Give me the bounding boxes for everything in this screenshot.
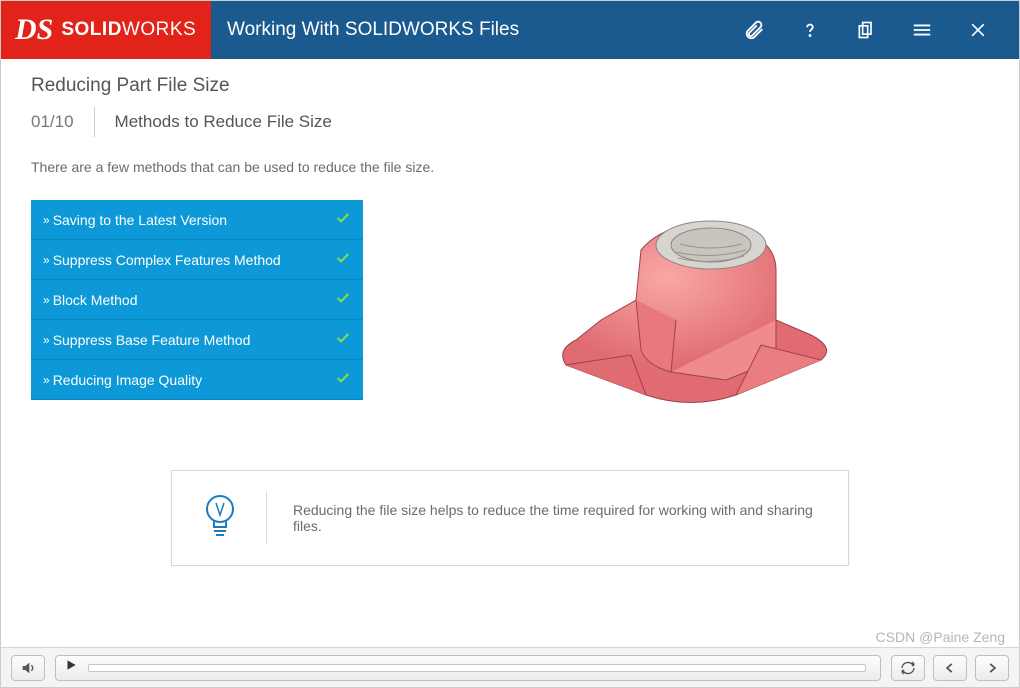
progress-row: 01/10 Methods to Reduce File Size <box>31 107 989 137</box>
header-toolbar <box>743 19 1019 41</box>
method-item[interactable]: » Suppress Base Feature Method <box>31 320 363 360</box>
logo-ds-icon: DS <box>15 13 53 47</box>
check-icon <box>335 330 351 349</box>
attachment-icon[interactable] <box>743 19 765 41</box>
play-button[interactable] <box>64 658 78 677</box>
play-bar <box>55 655 881 681</box>
method-list: » Saving to the Latest Version » Suppress … <box>31 200 363 430</box>
help-icon[interactable] <box>799 19 821 41</box>
method-item[interactable]: » Suppress Complex Features Method <box>31 240 363 280</box>
main-content: » Saving to the Latest Version » Suppress … <box>1 175 1019 430</box>
header-title: Working With SOLIDWORKS Files <box>211 19 743 41</box>
description-text: There are a few methods that can be used… <box>1 137 1019 175</box>
prev-button[interactable] <box>933 655 967 681</box>
chevron-right-icon: » <box>43 253 45 267</box>
tip-box: Reducing the file size helps to reduce t… <box>171 470 849 566</box>
progress-track[interactable] <box>88 664 866 672</box>
page-subtitle: Reducing Part File Size <box>1 59 1019 99</box>
playback-footer <box>1 647 1019 687</box>
copy-icon[interactable] <box>855 19 877 41</box>
repeat-button[interactable] <box>891 655 925 681</box>
method-item[interactable]: » Block Method <box>31 280 363 320</box>
section-title: Methods to Reduce File Size <box>95 112 332 132</box>
separator <box>266 491 267 545</box>
close-icon[interactable] <box>967 19 989 41</box>
check-icon <box>335 210 351 229</box>
check-icon <box>335 370 351 389</box>
logo-block: DS SOLIDWORKS <box>1 1 211 59</box>
watermark: CSDN @Paine Zeng <box>876 629 1005 645</box>
method-label: Block Method <box>53 292 138 308</box>
chevron-right-icon: » <box>43 293 45 307</box>
chevron-right-icon: » <box>43 333 45 347</box>
check-icon <box>335 290 351 309</box>
lightbulb-icon <box>200 493 240 544</box>
chevron-right-icon: » <box>43 373 45 387</box>
method-label: Suppress Base Feature Method <box>53 332 251 348</box>
logo-text: SOLIDWORKS <box>61 19 196 41</box>
tip-text: Reducing the file size helps to reduce t… <box>293 502 820 534</box>
method-item[interactable]: » Saving to the Latest Version <box>31 200 363 240</box>
chevron-right-icon: » <box>43 213 45 227</box>
menu-icon[interactable] <box>911 19 933 41</box>
method-label: Saving to the Latest Version <box>53 212 227 228</box>
method-item[interactable]: » Reducing Image Quality <box>31 360 363 400</box>
method-label: Suppress Complex Features Method <box>53 252 281 268</box>
method-label: Reducing Image Quality <box>53 372 202 388</box>
part-illustration <box>393 200 989 430</box>
volume-button[interactable] <box>11 655 45 681</box>
next-button[interactable] <box>975 655 1009 681</box>
check-icon <box>335 250 351 269</box>
progress-counter: 01/10 <box>31 107 95 137</box>
app-header: DS SOLIDWORKS Working With SOLIDWORKS Fi… <box>1 1 1019 59</box>
